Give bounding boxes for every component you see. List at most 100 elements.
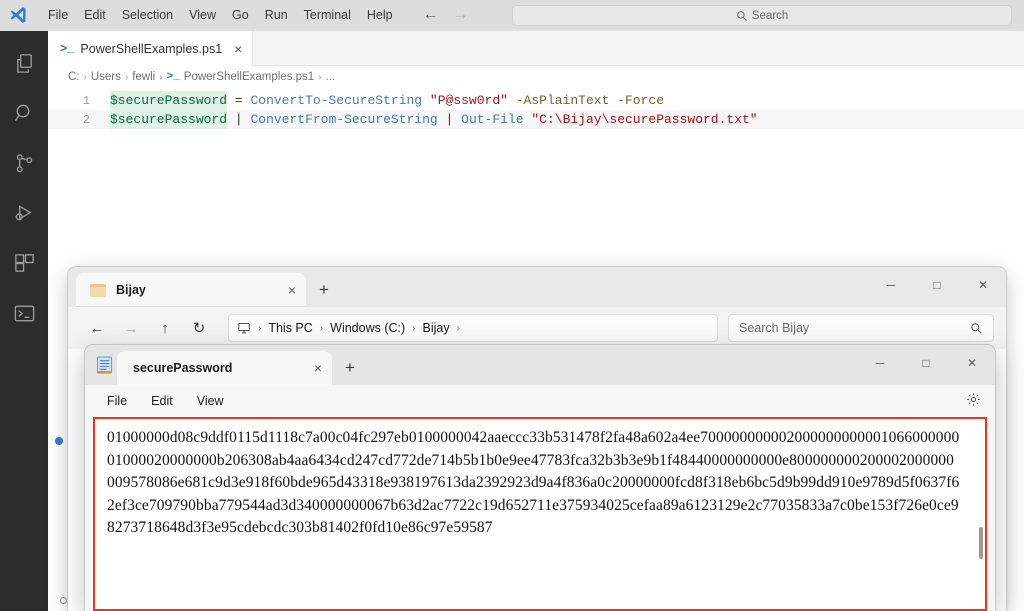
breadcrumb-part-3[interactable]: PowerShellExamples.ps1 <box>184 71 314 83</box>
menu-run[interactable]: Run <box>257 5 296 25</box>
back-button[interactable]: ← <box>80 313 114 343</box>
code-line-2: 2 $securePassword | ConvertFrom-SecureSt… <box>48 110 1024 129</box>
close-button[interactable]: ✕ <box>949 345 995 381</box>
this-pc-icon <box>238 322 250 334</box>
code-token-variable: $securePassword <box>110 91 228 110</box>
close-button[interactable]: ✕ <box>960 267 1006 303</box>
menu-help[interactable]: Help <box>359 5 401 25</box>
command-center-search[interactable]: Search <box>512 5 1012 26</box>
gear-icon[interactable] <box>966 392 981 411</box>
breadcrumb-part-4[interactable]: ... <box>326 71 336 83</box>
menu-terminal[interactable]: Terminal <box>296 5 359 25</box>
notepad-menubar: File Edit View <box>85 385 995 417</box>
menu-go[interactable]: Go <box>224 5 257 25</box>
close-icon[interactable]: × <box>288 282 296 298</box>
notepad-icon <box>91 345 117 385</box>
code-token-command1: ConvertFrom-SecureString <box>250 112 438 127</box>
minimize-button[interactable]: ─ <box>857 345 903 381</box>
code-token-operator: = <box>234 93 243 108</box>
forward-button[interactable]: → <box>114 313 148 343</box>
code-token-pipe: | <box>234 112 243 127</box>
terminal-bullet-icon <box>60 596 67 604</box>
notepad-tab-securepassword[interactable]: securePassword × <box>117 351 332 385</box>
extensions-icon[interactable] <box>0 239 48 287</box>
search-icon <box>736 10 747 21</box>
explorer-search-input[interactable]: Search Bijay <box>728 314 994 342</box>
terminal-icon[interactable] <box>0 289 48 337</box>
chevron-right-icon: › <box>412 322 416 334</box>
explorer-window-controls: ─ □ ✕ <box>868 267 1006 303</box>
folder-icon <box>90 283 106 297</box>
notepad-window-controls: ─ □ ✕ <box>857 345 995 381</box>
vscode-nav-arrows: ← → <box>423 7 469 23</box>
breadcrumb-part-1[interactable]: Users <box>91 71 121 83</box>
activity-bar <box>0 31 48 611</box>
notepad-tabstrip: securePassword × + ─ □ ✕ <box>85 345 995 385</box>
explorer-toolbar: ← → ↑ ↻ › This PC › Windows (C:) › Bijay… <box>68 307 1006 349</box>
menu-selection[interactable]: Selection <box>114 5 181 25</box>
line-number: 2 <box>82 113 90 127</box>
vscode-menubar: File Edit Selection View Go Run Terminal… <box>40 5 401 25</box>
up-button[interactable]: ↑ <box>148 313 182 343</box>
minimize-button[interactable]: ─ <box>868 267 914 303</box>
run-debug-icon[interactable] <box>0 189 48 237</box>
forward-arrow-icon[interactable]: → <box>453 7 469 23</box>
address-crumb-windows-c[interactable]: Windows (C:) <box>330 321 405 335</box>
breadcrumb: C: › Users › fewli › >_ PowerShellExampl… <box>48 66 1024 88</box>
explorer-tab-bijay[interactable]: Bijay × <box>76 273 306 307</box>
breadcrumb-part-0[interactable]: C: <box>68 71 80 83</box>
notepad-window: securePassword × + ─ □ ✕ File Edit View … <box>85 345 995 611</box>
command-center-label: Search <box>751 9 789 22</box>
maximize-button[interactable]: □ <box>903 345 949 381</box>
menu-file[interactable]: File <box>97 390 137 412</box>
menu-file[interactable]: File <box>40 5 76 25</box>
new-tab-button[interactable]: + <box>306 273 342 307</box>
address-crumb-this-pc[interactable]: This PC <box>268 321 312 335</box>
maximize-button[interactable]: □ <box>914 267 960 303</box>
breadcrumb-part-2[interactable]: fewli <box>132 71 155 83</box>
notepad-tab-label: securePassword <box>133 361 233 375</box>
chevron-right-icon: › <box>83 71 87 83</box>
editor-tab-label: PowerShellExamples.ps1 <box>80 41 223 56</box>
powershell-icon: >_ <box>60 41 75 56</box>
source-control-icon[interactable] <box>0 139 48 187</box>
chevron-right-icon: › <box>124 71 129 83</box>
editor-tab-powershellexamples[interactable]: >_ PowerShellExamples.ps1 × <box>48 31 254 66</box>
code-token-param1: -AsPlainText <box>515 93 610 108</box>
code-line-1: 1 $securePassword = ConvertTo-SecureStri… <box>48 91 1024 110</box>
code-token-string: "C:\Bijay\securePassword.txt" <box>531 112 758 127</box>
close-icon[interactable]: × <box>314 360 322 376</box>
code-token-pipe: | <box>445 112 454 127</box>
code-token-param2: -Force <box>617 93 664 108</box>
code-token-command2: Out-File <box>461 112 524 127</box>
search-icon[interactable] <box>0 89 48 137</box>
breakpoint-dot-icon <box>55 437 63 445</box>
menu-edit[interactable]: Edit <box>76 5 114 25</box>
vscode-titlebar: File Edit Selection View Go Run Terminal… <box>0 0 1024 31</box>
explorer-icon[interactable] <box>0 39 48 87</box>
close-icon[interactable]: × <box>234 42 242 56</box>
editor-tabbar: >_ PowerShellExamples.ps1 × <box>48 31 1024 66</box>
notepad-scrollbar[interactable] <box>979 527 983 559</box>
new-tab-button[interactable]: + <box>332 351 368 385</box>
vscode-logo-icon <box>0 0 36 31</box>
search-icon <box>971 322 982 334</box>
menu-view[interactable]: View <box>181 5 224 25</box>
back-arrow-icon[interactable]: ← <box>423 7 439 23</box>
explorer-tabstrip: Bijay × + ─ □ ✕ <box>68 267 1006 307</box>
menu-view[interactable]: View <box>187 390 234 412</box>
menu-edit[interactable]: Edit <box>141 390 183 412</box>
screen-root: File Edit Selection View Go Run Terminal… <box>0 0 1024 611</box>
explorer-search-placeholder: Search Bijay <box>739 321 810 335</box>
line-number: 1 <box>82 94 90 108</box>
chevron-right-icon: › <box>318 71 322 83</box>
notepad-text-content: 01000000d08c9ddf0115d1118c7a00c04fc297eb… <box>107 429 960 536</box>
code-token-variable: $securePassword <box>110 110 228 129</box>
refresh-button[interactable]: ↻ <box>182 313 216 343</box>
notepad-text-area[interactable]: 01000000d08c9ddf0115d1118c7a00c04fc297eb… <box>93 417 987 611</box>
chevron-right-icon: › <box>258 322 262 334</box>
address-bar[interactable]: › This PC › Windows (C:) › Bijay › <box>228 314 718 342</box>
chevron-right-icon: › <box>319 322 324 334</box>
explorer-tab-label: Bijay <box>116 283 146 297</box>
address-crumb-bijay[interactable]: Bijay <box>423 321 450 335</box>
